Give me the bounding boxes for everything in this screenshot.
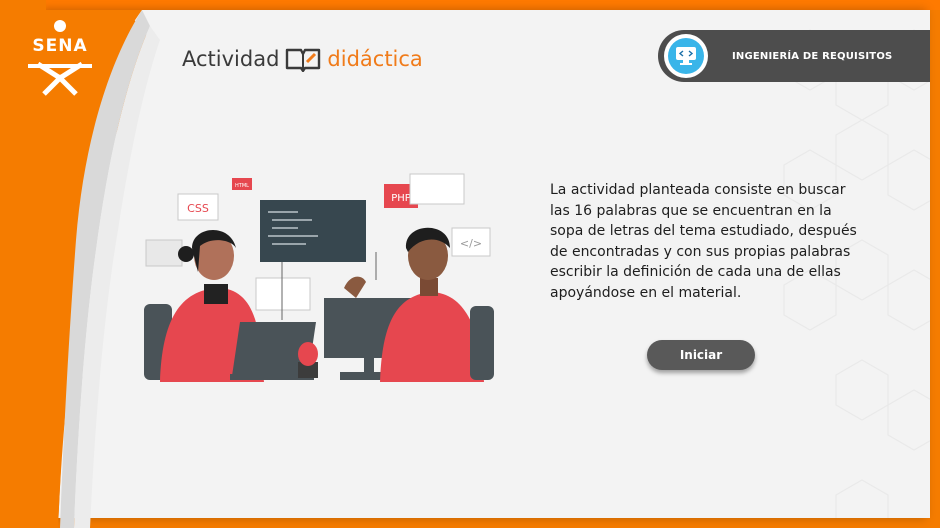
sena-logo <box>28 20 92 96</box>
developers-illustration: CSS HTML PHP </> <box>144 173 494 382</box>
book-icon <box>286 48 321 72</box>
code-monitor-icon <box>676 47 696 65</box>
php-tag: PHP <box>391 193 411 204</box>
activity-description: La actividad planteada consiste en busca… <box>550 182 857 301</box>
badge-icon-circle <box>664 34 708 78</box>
title-part2: didáctica <box>327 47 423 71</box>
code-brackets-icon: </> <box>460 237 482 250</box>
topic-badge: INGENIERÍA DE REQUISITOS <box>658 30 930 82</box>
title-part1: Actividad <box>182 47 280 71</box>
css-tag: CSS <box>187 202 209 215</box>
small-tag: HTML <box>235 183 249 189</box>
sena-logo-text: SENA <box>32 36 88 56</box>
badge-label: INGENIERÍA DE REQUISITOS <box>732 50 893 62</box>
start-button[interactable]: Iniciar <box>647 340 755 370</box>
page-title: Actividad didáctica <box>182 44 423 74</box>
top-orange-bar <box>0 0 940 10</box>
